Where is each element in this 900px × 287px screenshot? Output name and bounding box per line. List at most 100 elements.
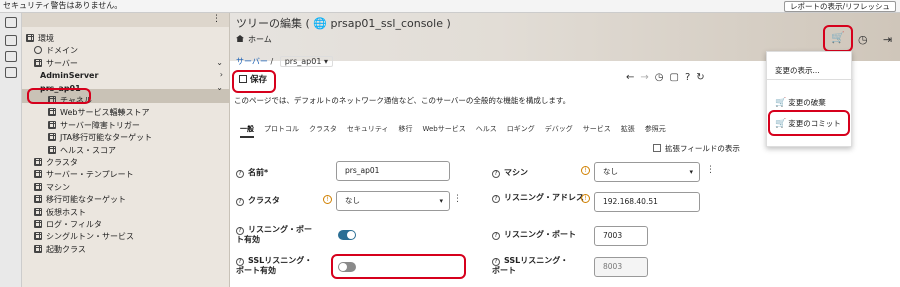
breadcrumb-servers-link[interactable]: サーバー xyxy=(236,57,268,66)
tree-item[interactable]: JTA移行可能なターゲット xyxy=(48,132,152,144)
edit-tree-icon[interactable] xyxy=(5,17,17,28)
tree-item[interactable]: ログ・フィルタ xyxy=(34,219,102,231)
tree-item[interactable]: ヘルス・スコア xyxy=(48,145,116,157)
listen-port-label: ? リスニング・ポート xyxy=(492,230,576,240)
tree-item[interactable]: 環境 xyxy=(26,33,54,45)
tree-item-label: ドメイン xyxy=(46,46,78,56)
listen-address-field[interactable]: 192.168.40.51 xyxy=(594,192,700,212)
tab-5[interactable]: Webサービス xyxy=(422,125,465,133)
navigation-tree-panel: ⋮ 環境 ドメイン サーバー ⌄ AdminServer › prs_ap01 ⌄ チャネル We… xyxy=(22,13,230,287)
back-arrow-icon[interactable]: ← xyxy=(626,72,634,83)
tab-7[interactable]: ロギング xyxy=(507,125,535,133)
tab-bar: 一般 プロトコル クラスタ セキュリティ 移行 Webサービス ヘルス ロギング デバッグ サービ… xyxy=(240,124,676,138)
chevron-down-icon[interactable]: ⌄ xyxy=(216,58,223,67)
breadcrumb-current-dropdown[interactable]: prs_ap01 ▾ xyxy=(279,56,333,67)
tab-11[interactable]: 参照元 xyxy=(645,125,666,133)
config-view-icon[interactable] xyxy=(5,35,17,46)
listen-port-field[interactable]: 7003 xyxy=(594,226,648,246)
grid-icon xyxy=(48,108,56,117)
tree-item-label: ヘルス・スコア xyxy=(60,145,116,155)
highlight-commit xyxy=(768,110,850,136)
monitoring-icon[interactable] xyxy=(5,51,17,62)
tree-item[interactable]: サーバー・テンプレート xyxy=(34,169,134,181)
warning-info-icon: ! xyxy=(323,195,332,204)
page-nav-icons: ← → ◷ ▢? ↻ xyxy=(626,72,711,83)
tree-item-label: 仮想ホスト xyxy=(46,207,86,217)
tab-6[interactable]: ヘルス xyxy=(476,125,497,133)
menu-show-changes[interactable]: 変更の表示... xyxy=(775,65,820,76)
report-refresh-button[interactable]: レポートの表示/リフレッシュ xyxy=(783,1,896,12)
show-extended-fields[interactable]: 拡張フィールドの表示 xyxy=(653,143,740,154)
tab-9[interactable]: サービス xyxy=(583,125,611,133)
chevron-down-icon[interactable]: ⌄ xyxy=(216,83,223,92)
menu-discard-changes[interactable]: 🛒 変更の破棄 xyxy=(775,97,826,108)
history-icon[interactable]: ◷ xyxy=(655,72,664,83)
security-data-icon[interactable] xyxy=(5,67,17,78)
exit-panel-icon[interactable]: ⇥ xyxy=(883,33,892,46)
bookmark-icon[interactable]: ▢ xyxy=(670,72,679,83)
tree-item[interactable]: シングルトン・サービス xyxy=(34,231,134,243)
tree-item[interactable]: 移行可能なターゲット xyxy=(34,194,126,206)
extended-fields-label: 拡張フィールドの表示 xyxy=(665,144,740,153)
tree-header: ⋮ xyxy=(22,13,229,27)
cart-discard-icon: 🛒 xyxy=(775,98,787,108)
history-clock-icon[interactable]: ◷ xyxy=(858,33,868,46)
tree-item[interactable]: ドメイン xyxy=(34,45,78,57)
tab-3[interactable]: セキュリティ xyxy=(347,125,389,133)
tab-4[interactable]: 移行 xyxy=(398,125,412,133)
tree-item-label: シングルトン・サービス xyxy=(46,232,134,242)
tree-item-label: AdminServer xyxy=(40,71,99,81)
listen-port-enabled-toggle[interactable] xyxy=(338,230,356,240)
forward-arrow-icon[interactable]: → xyxy=(640,72,648,83)
chevron-right-icon[interactable]: › xyxy=(220,70,223,79)
tree-item[interactable]: サーバー xyxy=(34,58,78,70)
reload-icon[interactable]: ↻ xyxy=(696,72,704,83)
tree-item-label: 移行可能なターゲット xyxy=(46,195,126,205)
tree-item-label: サーバー障害トリガー xyxy=(60,120,140,130)
help-icon[interactable]: ? xyxy=(236,198,244,206)
help-icon[interactable]: ? xyxy=(685,72,690,83)
page-description: このページでは、デフォルトのネットワーク通信など、このサーバーの全般的な機能を構… xyxy=(234,96,571,105)
tree-item[interactable]: クラスタ xyxy=(34,157,78,169)
tree-item[interactable]: マシン xyxy=(34,182,70,194)
name-field[interactable]: prs_ap01 xyxy=(336,161,450,181)
machine-select[interactable]: なし ▾ xyxy=(594,162,700,182)
ssl-port-enabled-label: ? SSLリスニング・ポート有効 xyxy=(236,256,313,275)
ssl-port-field[interactable]: 8003 xyxy=(594,257,648,277)
tree-menu-icon[interactable]: ⋮ xyxy=(212,14,221,24)
tree-item-label: クラスタ xyxy=(46,158,78,167)
home-label: ホーム xyxy=(248,35,272,44)
name-label: ? 名前* xyxy=(236,168,268,178)
cluster-select[interactable]: なし ▾ xyxy=(336,191,450,211)
tree-item[interactable]: AdminServer xyxy=(40,70,98,82)
help-icon[interactable]: ? xyxy=(492,170,500,178)
help-icon[interactable]: ? xyxy=(492,258,500,266)
machine-select-value: なし xyxy=(603,167,618,176)
menu-divider xyxy=(767,79,853,80)
help-icon[interactable]: ? xyxy=(236,227,244,235)
tab-8[interactable]: デバッグ xyxy=(545,125,573,133)
cluster-more-icon[interactable]: ⋮ xyxy=(453,194,462,204)
help-icon[interactable]: ? xyxy=(236,170,244,178)
tab-2[interactable]: クラスタ xyxy=(309,125,337,133)
help-icon[interactable]: ? xyxy=(492,195,500,203)
home-link[interactable]: ホーム xyxy=(236,34,272,45)
tab-10[interactable]: 拡張 xyxy=(621,125,635,133)
top-status-bar: セキュリティ警告はありません。 レポートの表示/リフレッシュ xyxy=(0,0,900,13)
tree-item[interactable]: サーバー障害トリガー xyxy=(48,120,140,132)
tab-1[interactable]: プロトコル xyxy=(264,125,299,133)
grid-icon xyxy=(34,207,42,216)
highlight-save xyxy=(232,70,276,93)
help-icon[interactable]: ? xyxy=(236,258,244,266)
help-icon[interactable]: ? xyxy=(492,232,500,240)
tree-item-label: 起動クラス xyxy=(46,244,86,254)
tree-item[interactable]: 起動クラス xyxy=(34,244,86,256)
machine-more-icon[interactable]: ⋮ xyxy=(706,165,715,175)
grid-icon xyxy=(26,34,34,42)
breadcrumb-separator: / xyxy=(270,57,274,66)
extended-fields-checkbox[interactable] xyxy=(653,144,661,152)
tree-item-label: サーバー xyxy=(46,58,78,68)
tree-item[interactable]: 仮想ホスト xyxy=(34,207,86,219)
tab-0[interactable]: 一般 xyxy=(240,125,254,138)
tree-item[interactable]: Webサービス輻輳ストア xyxy=(48,107,149,119)
